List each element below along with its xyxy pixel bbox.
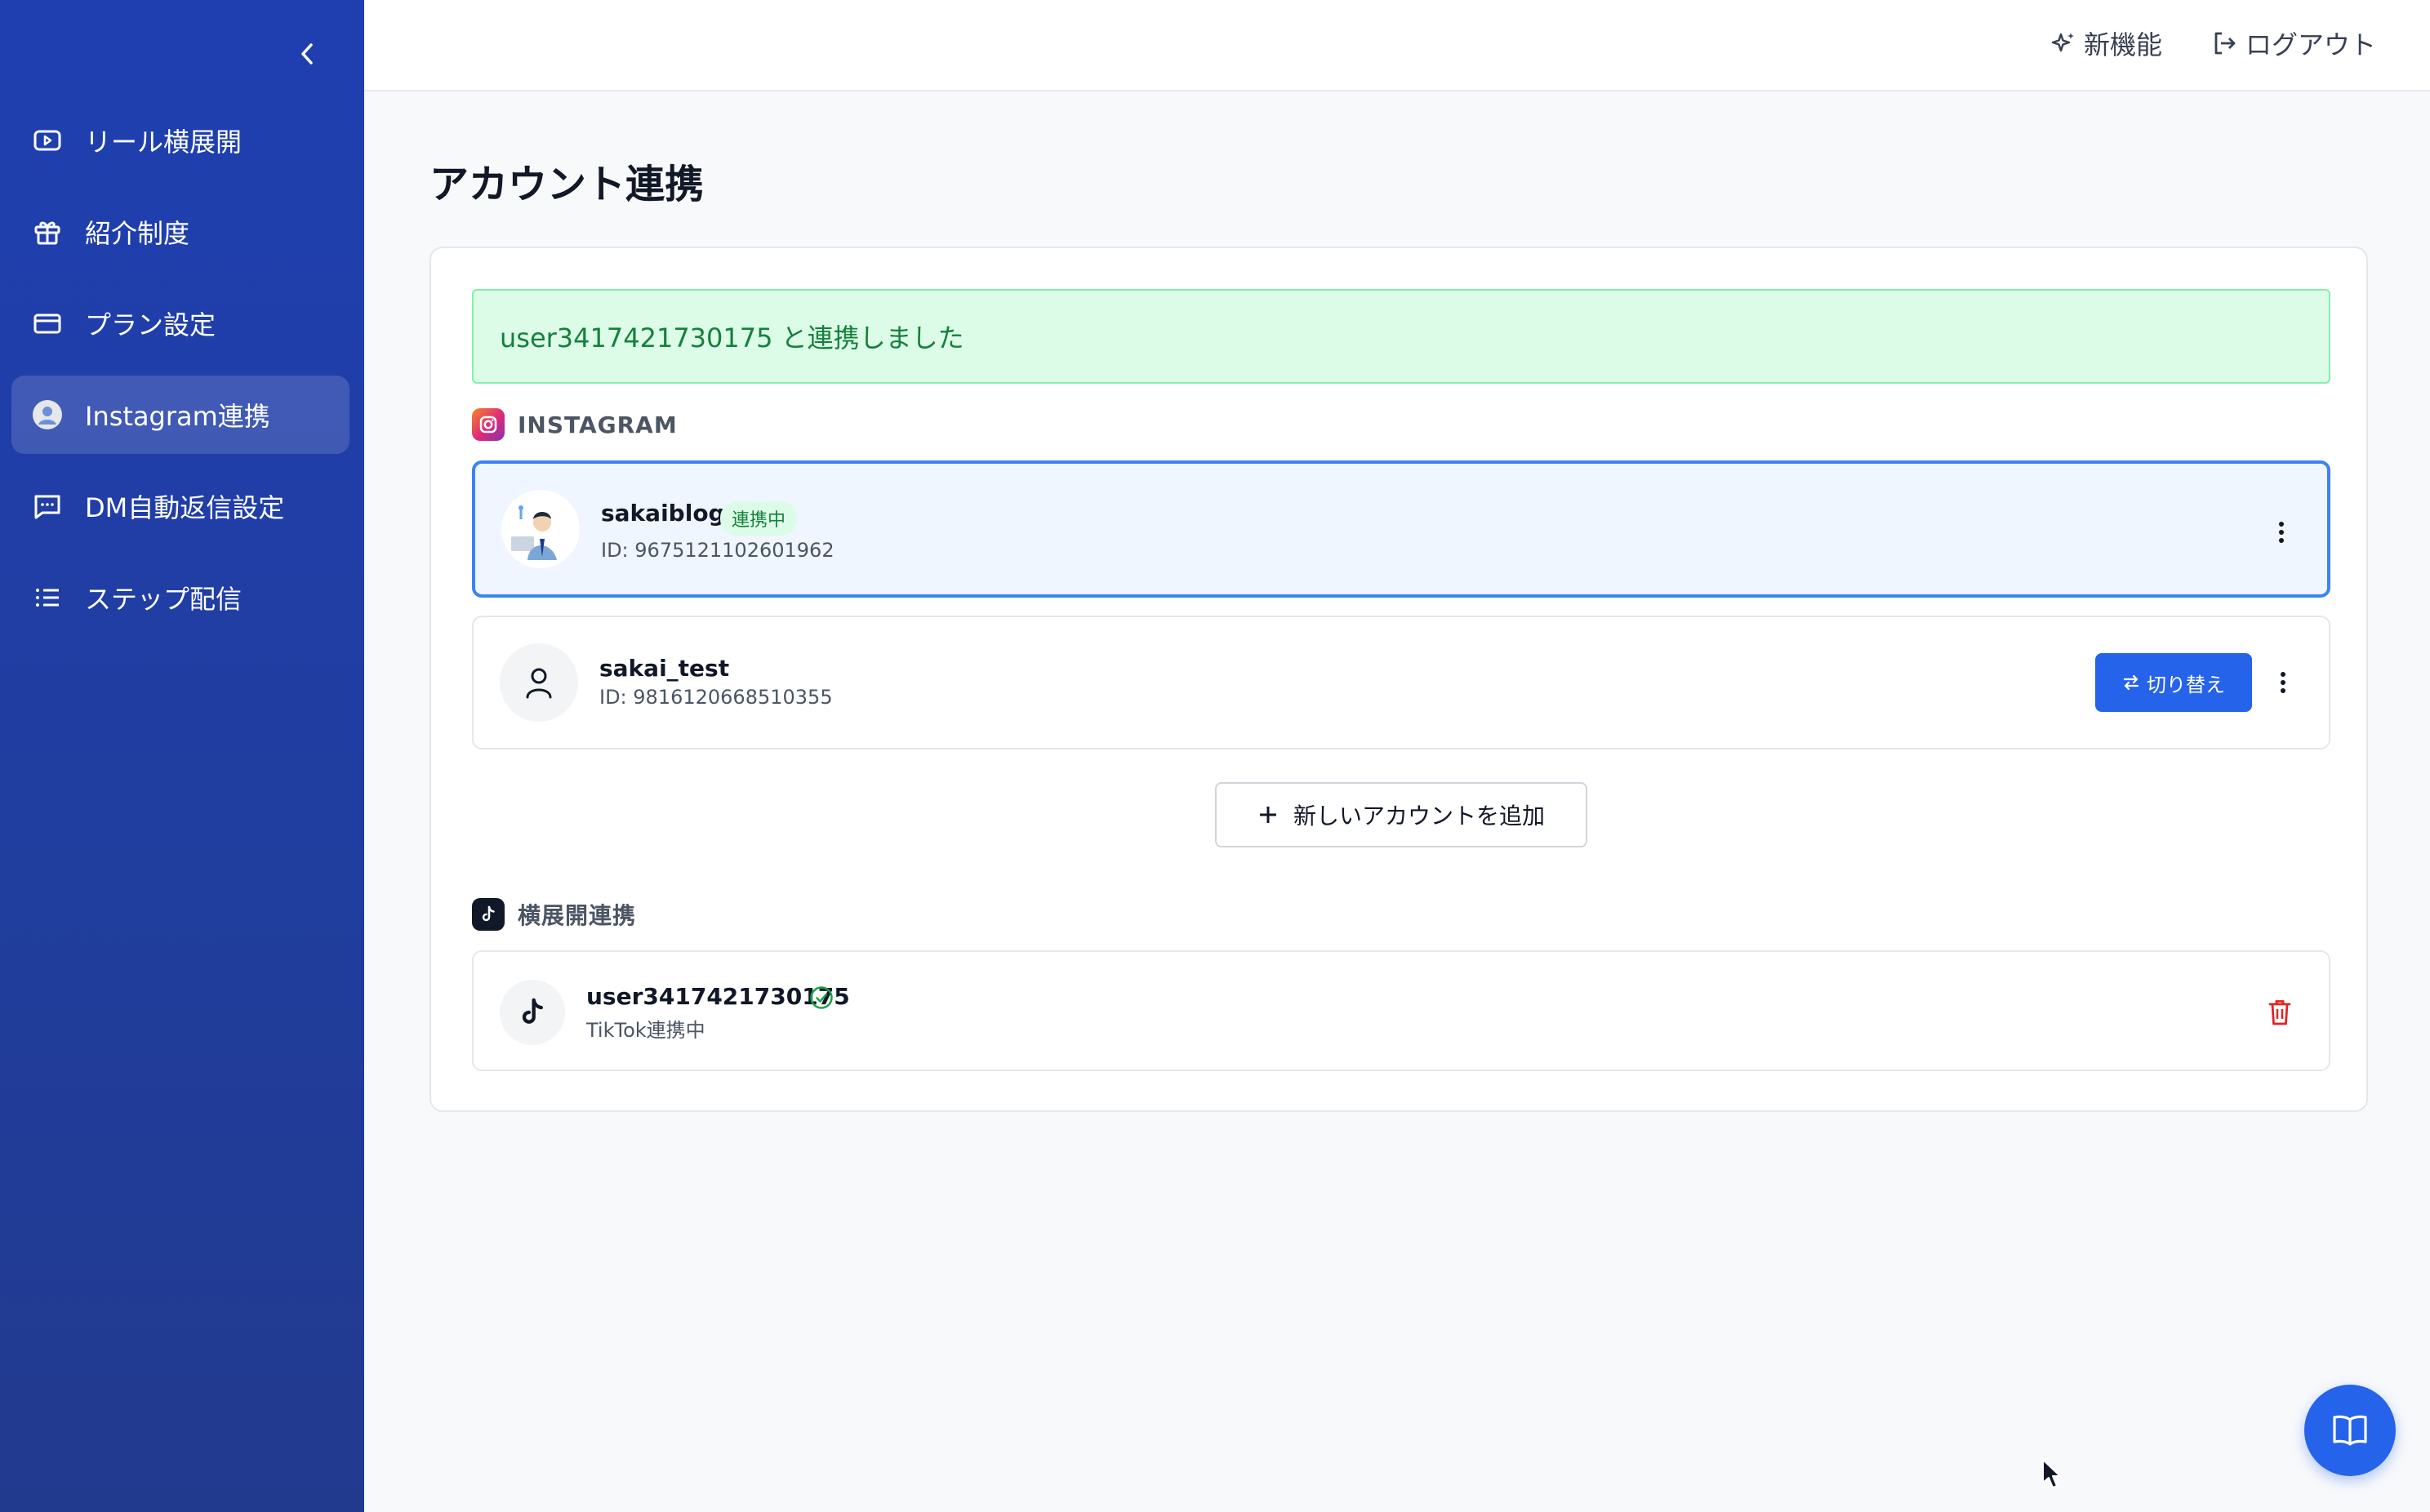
instagram-account-card[interactable]: sakaiblog 連携中 ID: 9675121102601962: [472, 460, 2330, 598]
avatar-icon: [31, 398, 64, 431]
new-features-label: 新機能: [2084, 29, 2163, 60]
sidebar-item-label: Instagram連携: [85, 401, 270, 432]
sparkle-icon: [2051, 33, 2074, 52]
sidebar-item-dm[interactable]: DM自動返信設定: [11, 467, 349, 545]
app-root: リール横展開 紹介制度 プラン設定 Instagram連携 DM自動返信設定 ス…: [0, 0, 2430, 1512]
gift-icon: [31, 216, 64, 248]
sidebar-item-label: プラン設定: [85, 309, 216, 340]
account-status: TikTok連携中: [586, 1019, 705, 1042]
sidebar-item-label: 紹介制度: [85, 218, 190, 249]
account-id: ID: 9675121102601962: [601, 539, 834, 562]
sidebar-item-plan[interactable]: プラン設定: [11, 284, 349, 362]
sidebar-item-step[interactable]: ステップ配信: [11, 558, 349, 637]
new-features-link[interactable]: 新機能: [2049, 24, 2162, 62]
book-open-icon: [2333, 1415, 2367, 1446]
tiktok-account-card: user3417421730175 TikTok連携中: [472, 950, 2330, 1071]
add-account-label: 新しいアカウントを追加: [1293, 803, 1545, 829]
chat-icon: [31, 490, 64, 523]
swap-icon: [2123, 674, 2139, 691]
video-play-icon: [31, 124, 64, 157]
avatar: [501, 490, 580, 568]
help-guide-button[interactable]: [2304, 1385, 2396, 1476]
instagram-account-card[interactable]: sakai_test ID: 9816120668510355 切り替え: [472, 616, 2330, 749]
tiktok-icon: [500, 980, 565, 1045]
status-badge: 連携中: [720, 501, 798, 536]
switch-account-button[interactable]: 切り替え: [2095, 653, 2252, 712]
switch-label: 切り替え: [2147, 673, 2225, 696]
instagram-icon: [472, 408, 505, 441]
instagram-section-label: INSTAGRAM: [472, 408, 678, 441]
mouse-cursor-icon: [2041, 1458, 2064, 1494]
logout-label: ログアウト: [2245, 29, 2377, 60]
user-icon: [500, 643, 578, 722]
chevron-left-icon[interactable]: [291, 36, 323, 72]
top-header: 新機能 ログアウト: [364, 0, 2430, 91]
logout-icon: [2214, 32, 2236, 55]
sidebar-item-instagram[interactable]: Instagram連携: [11, 376, 349, 454]
more-vertical-icon[interactable]: [2267, 663, 2299, 702]
section-label-text: 横展開連携: [518, 902, 637, 929]
credit-card-icon: [31, 307, 64, 340]
sidebar-item-label: リール横展開: [85, 127, 243, 158]
section-label-text: INSTAGRAM: [518, 411, 678, 438]
sidebar-nav: リール横展開 紹介制度 プラン設定 Instagram連携 DM自動返信設定 ス…: [11, 101, 349, 650]
sidebar-item-label: ステップ配信: [85, 584, 243, 615]
alert-message: user3417421730175 と連携しました: [500, 322, 964, 354]
account-name: sakaiblog: [601, 500, 725, 527]
tiktok-icon: [472, 898, 505, 931]
page-title: アカウント連携: [429, 162, 705, 207]
sidebar: リール横展開 紹介制度 プラン設定 Instagram連携 DM自動返信設定 ス…: [0, 0, 364, 1512]
more-vertical-icon[interactable]: [2265, 513, 2298, 552]
success-alert: user3417421730175 と連携しました: [472, 289, 2330, 384]
sidebar-item-reel[interactable]: リール横展開: [11, 101, 349, 180]
sidebar-item-referral[interactable]: 紹介制度: [11, 193, 349, 271]
sidebar-item-label: DM自動返信設定: [85, 492, 285, 523]
check-circle-icon: [808, 985, 834, 1014]
crosspost-section-label: 横展開連携: [472, 898, 636, 931]
add-account-button[interactable]: 新しいアカウントを追加: [1215, 782, 1587, 847]
trash-icon[interactable]: [2263, 993, 2296, 1032]
plus-icon: [1259, 807, 1276, 823]
logout-link[interactable]: ログアウト: [2211, 24, 2376, 62]
list-icon: [31, 581, 64, 614]
account-name: sakai_test: [599, 655, 730, 682]
account-link-card: user3417421730175 と連携しました INSTAGRAM saka…: [429, 247, 2368, 1112]
account-id: ID: 9816120668510355: [599, 686, 833, 709]
